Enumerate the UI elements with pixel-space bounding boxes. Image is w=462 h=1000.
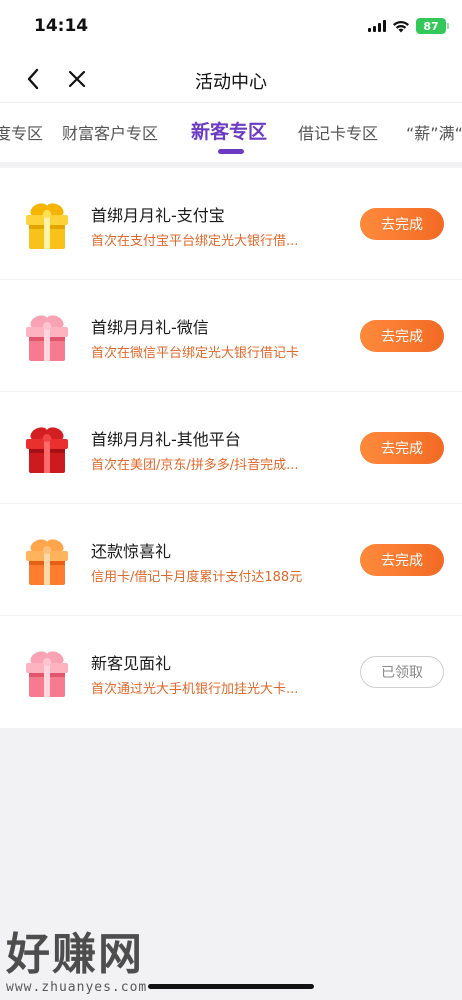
- orange-gift-icon: [26, 539, 68, 585]
- status-time: 14:14: [34, 16, 89, 36]
- complete-button[interactable]: 去完成: [360, 320, 444, 352]
- list-item: 首绑月月礼-支付宝 首次在支付宝平台绑定光大银行借... 去完成: [0, 168, 462, 280]
- tab-debit-card[interactable]: 借记卡专区: [298, 120, 378, 144]
- list-item: 首绑月月礼-其他平台 首次在美团/京东/拼多多/抖音完成... 去完成: [0, 392, 462, 504]
- complete-button[interactable]: 去完成: [360, 544, 444, 576]
- task-title: 首绑月月礼-支付宝: [91, 206, 225, 225]
- complete-button[interactable]: 去完成: [360, 432, 444, 464]
- task-title: 首绑月月礼-微信: [91, 318, 209, 337]
- wifi-icon: [393, 20, 409, 32]
- task-description: 首次在微信平台绑定光大银行借记卡: [91, 346, 300, 361]
- complete-button[interactable]: 去完成: [360, 208, 444, 240]
- task-title: 新客见面礼: [91, 654, 172, 673]
- battery-icon: 87: [416, 18, 449, 34]
- task-description: 首次在美团/京东/拼多多/抖音完成...: [91, 458, 299, 473]
- home-indicator[interactable]: [148, 984, 314, 989]
- task-description: 首次在支付宝平台绑定光大银行借...: [91, 234, 299, 249]
- red-gift-icon: [26, 427, 68, 473]
- tab-wealth-customer[interactable]: 财富客户专区: [62, 120, 158, 144]
- list-item: 首绑月月礼-微信 首次在微信平台绑定光大银行借记卡 去完成: [0, 280, 462, 392]
- pink-gift-icon: [26, 315, 68, 361]
- page-title: 活动中心: [195, 72, 267, 93]
- tab-partial-left[interactable]: 度专区: [0, 120, 43, 144]
- watermark-logo: 好赚网: [6, 929, 144, 980]
- task-title: 首绑月月礼-其他平台: [91, 430, 241, 449]
- task-list: 首绑月月礼-支付宝 首次在支付宝平台绑定光大银行借... 去完成 首绑月月礼-微…: [0, 168, 462, 728]
- watermark-url: www.zhuanyes.com: [6, 980, 148, 995]
- claimed-button[interactable]: 已领取: [360, 656, 444, 688]
- tab-salary[interactable]: “薪”满“: [406, 120, 462, 144]
- task-title: 还款惊喜礼: [91, 542, 172, 561]
- nav-bar: 活动中心: [0, 56, 462, 102]
- pink-gift-icon: [26, 651, 68, 697]
- task-description: 首次通过光大手机银行加挂光大卡...: [91, 682, 299, 697]
- list-item: 还款惊喜礼 信用卡/借记卡月度累计支付达188元 去完成: [0, 504, 462, 616]
- tab-bar: 度专区 财富客户专区 新客专区 借记卡专区 “薪”满“: [0, 102, 462, 162]
- tab-new-customer[interactable]: 新客专区: [191, 117, 267, 144]
- task-description: 信用卡/借记卡月度累计支付达188元: [91, 570, 303, 585]
- signal-icon: [368, 20, 386, 32]
- status-bar: 14:14 87: [0, 0, 462, 56]
- list-item: 新客见面礼 首次通过光大手机银行加挂光大卡... 已领取: [0, 616, 462, 728]
- watermark: 好赚网 www.zhuanyes.com: [6, 918, 147, 995]
- status-icons: 87: [368, 18, 449, 34]
- battery-level: 87: [423, 19, 439, 33]
- header: 14:14 87 活动中心 度专: [0, 0, 462, 162]
- gold-gift-icon: [26, 203, 68, 249]
- active-tab-indicator: [218, 149, 244, 154]
